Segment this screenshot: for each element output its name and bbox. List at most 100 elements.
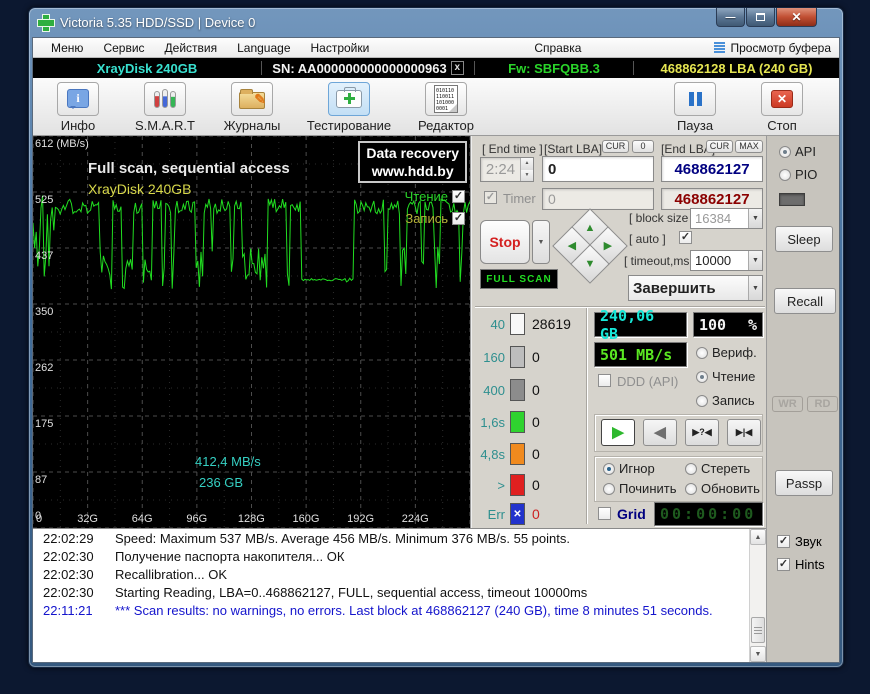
menu-service[interactable]: Сервис — [93, 39, 154, 57]
pause-button[interactable]: Пауза — [662, 81, 728, 133]
hints-checkbox[interactable]: ✓ — [777, 558, 790, 572]
sound-checkbox-row[interactable]: ✓ Звук — [777, 534, 822, 549]
graph-title: Full scan, sequential access — [88, 160, 290, 178]
menu-actions[interactable]: Действия — [155, 39, 228, 57]
sound-checkbox[interactable]: ✓ — [777, 535, 790, 549]
auto-checkbox[interactable]: ✓ — [679, 231, 692, 245]
editor-button[interactable]: 010110 110011 101000 0001 Редактор — [413, 81, 479, 133]
info-button[interactable]: i Инфо — [45, 81, 111, 133]
ddd-label: DDD (API) — [617, 374, 679, 390]
start-lba-input[interactable]: 0 — [542, 156, 654, 183]
device-serial-segment: SN: AA000000000000000963 x — [262, 58, 474, 77]
activity-led — [779, 193, 805, 207]
seek-question-icon: ▶?◀ — [692, 427, 712, 438]
log-entry: 22:11:21 *** Scan results: no warnings, n… — [43, 602, 713, 618]
spinner-arrows-icon[interactable]: ▲ ▼ — [520, 158, 533, 182]
stop-dropdown-button[interactable]: ▼ — [532, 220, 550, 265]
minimize-button[interactable]: — — [716, 8, 745, 27]
butterfly-seek-button[interactable]: ▶|◀ — [727, 419, 761, 447]
sleep-button[interactable]: Sleep — [775, 226, 833, 253]
menu-settings[interactable]: Настройки — [301, 39, 380, 57]
timer-value-field: 0 — [542, 188, 654, 211]
write-mode-radio[interactable]: Запись — [696, 393, 755, 408]
api-radio[interactable]: API — [779, 144, 816, 159]
read-mode-radio[interactable]: Чтение — [696, 369, 755, 384]
y-tick-label: 612 (MB/s) — [35, 138, 89, 151]
end-lba-cur-button[interactable]: CUR — [706, 140, 733, 154]
verify-radio[interactable]: Вериф. — [696, 345, 757, 360]
end-time-spinner[interactable]: 2:24 ▲ ▼ — [480, 157, 534, 183]
start-lba-label: [Start LBA] — [544, 142, 603, 157]
stop-x-icon: ✕ — [771, 89, 793, 108]
timeout-combo[interactable]: 10000 ▼ — [690, 250, 763, 272]
end-lba-max-button[interactable]: MAX — [735, 140, 763, 154]
block-size-combo[interactable]: 16384 ▼ — [690, 208, 763, 230]
fix-radio[interactable]: Починить — [603, 481, 677, 496]
stat-color-block: ✕ — [510, 503, 525, 526]
app-window: Victoria 5.35 HDD/SSD | Device 0 — ✕ Мен… — [28, 7, 844, 668]
cursor-position-readout: 236 GB — [199, 475, 244, 491]
pio-radio[interactable]: PIO — [779, 167, 817, 182]
recall-button[interactable]: Recall — [774, 288, 836, 315]
wr-button: WR — [772, 396, 803, 413]
start-lba-cur-button[interactable]: CUR — [602, 140, 629, 154]
start-button[interactable]: ▶ — [601, 419, 635, 447]
read-checkbox[interactable]: ✓ — [452, 190, 465, 204]
binary-document-icon: 010110 110011 101000 0001 — [434, 84, 458, 113]
menu-language[interactable]: Language — [227, 39, 300, 57]
grid-checkbox[interactable] — [598, 507, 611, 521]
legend-write: Запись ✓ — [405, 211, 465, 227]
smart-button[interactable]: S.M.A.R.T — [132, 81, 198, 133]
journals-button[interactable]: Журналы — [219, 81, 285, 133]
device-capacity: 468862128 LBA (240 GB) — [660, 60, 813, 76]
testing-button[interactable]: Тестирование — [306, 81, 392, 133]
action-select[interactable]: Завершить ▼ — [628, 275, 763, 302]
random-seek-button[interactable]: ▶?◀ — [685, 419, 719, 447]
menu-bar: Меню Сервис Действия Language Настройки … — [33, 38, 839, 59]
first-aid-icon — [336, 86, 362, 108]
grid-label: Grid — [617, 506, 646, 523]
end-time-label: [ End time ] — [482, 142, 543, 157]
toolbar: i Инфо S.M.A.R.T Журналы Тестирование 01… — [33, 77, 839, 137]
log-scrollbar[interactable]: ▲ ▼ — [749, 529, 766, 663]
log-entry: 22:02:30 Получение паспорта накопителя...… — [43, 548, 345, 564]
hints-checkbox-row[interactable]: ✓ Hints — [777, 557, 825, 572]
seek-butterfly-icon: ▶|◀ — [735, 427, 753, 438]
stop-test-button[interactable]: Stop — [480, 220, 530, 265]
x-tick-label: 64G — [131, 513, 153, 526]
ddd-checkbox[interactable] — [598, 374, 611, 388]
maximize-button[interactable] — [746, 8, 775, 27]
menu-help[interactable]: Справка — [524, 39, 591, 57]
scroll-up-icon[interactable]: ▲ — [750, 529, 766, 546]
refresh-radio[interactable]: Обновить — [685, 481, 760, 496]
test-control-panel: [ End time ] 2:24 ▲ ▼ [Start LBA] CUR 0 0… — [470, 136, 766, 529]
menu-main[interactable]: Меню — [41, 39, 93, 57]
scrollbar-thumb[interactable] — [751, 617, 765, 644]
chevron-down-icon: ▼ — [748, 209, 762, 229]
window-title: Victoria 5.35 HDD/SSD | Device 0 — [60, 15, 256, 30]
stop-toolbar-button[interactable]: ✕ Стоп — [749, 81, 815, 133]
speed-graph[interactable]: 612 (MB/s) 525 437 350 262 175 87 0 0 32G 64G 96G 1… — [33, 136, 470, 529]
stat-color-block — [510, 443, 525, 466]
x-tick-label: 192G — [347, 513, 375, 526]
info-icon: i — [67, 89, 89, 110]
x-tick-label: 224G — [401, 513, 429, 526]
scroll-down-icon[interactable]: ▼ — [750, 646, 766, 663]
start-lba-zero-button[interactable]: 0 — [632, 140, 654, 154]
title-bar[interactable]: Victoria 5.35 HDD/SSD | Device 0 — ✕ — [32, 8, 840, 37]
close-button[interactable]: ✕ — [776, 8, 817, 27]
buffer-view-button[interactable]: Просмотр буфера — [714, 41, 839, 55]
auto-label: [ auto ] — [629, 232, 666, 247]
erase-radio[interactable]: Стереть — [685, 461, 750, 476]
write-checkbox[interactable]: ✓ — [452, 212, 465, 226]
event-log[interactable]: 22:02:29 Speed: Maximum 537 MB/s. Average… — [33, 528, 766, 663]
play-icon: ▶ — [612, 424, 624, 442]
passp-button[interactable]: Passp — [775, 470, 833, 497]
folder-pencil-icon — [239, 88, 266, 109]
ignore-radio[interactable]: Игнор — [603, 461, 655, 476]
serial-hide-button[interactable]: x — [450, 61, 464, 76]
timer-checkbox[interactable]: ✓ — [484, 191, 497, 205]
end-lba-value[interactable]: 468862127 — [661, 156, 763, 183]
back-button[interactable]: ◀ — [643, 419, 677, 447]
device-model: XrayDisk 240GB — [96, 60, 198, 76]
